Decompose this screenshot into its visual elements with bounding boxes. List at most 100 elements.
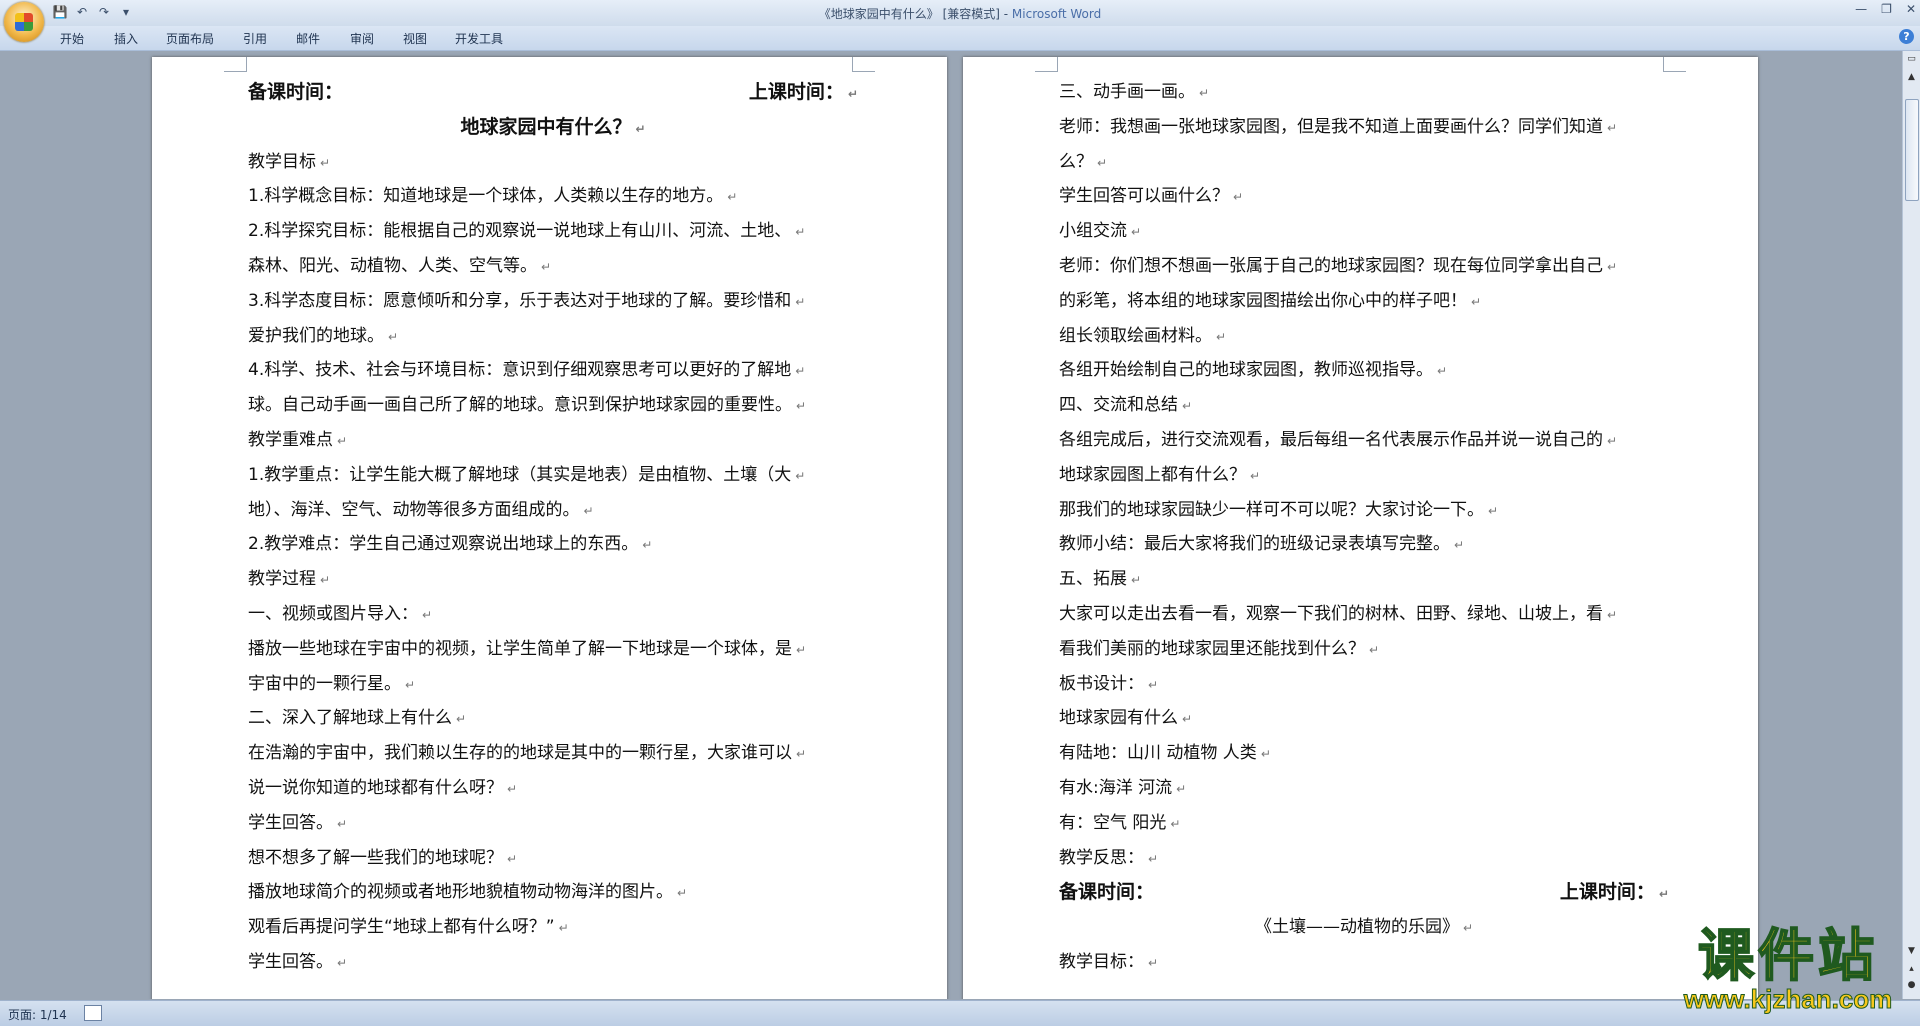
line-text: 1.科学概念目标：知道地球是一个球体，人类赖以生存的地方。	[248, 186, 724, 207]
document-page-right[interactable]: 三、动手画一画。 ↵ 老师：我想画一张地球家园图，但是我不知道上面要画什么？同学们知…	[963, 57, 1758, 999]
line-text: 教学目标：	[1059, 951, 1144, 972]
ribbon-tabs: 开始 插入 页面布局 引用 邮件 审阅 视图 开发工具 ?	[0, 26, 1920, 51]
proofing-icon[interactable]	[84, 1005, 102, 1021]
office-button[interactable]	[4, 2, 44, 42]
scroll-thumb[interactable]	[1905, 99, 1919, 201]
line-text: 一、视频或图片导入：	[248, 603, 418, 624]
watermark-url: www.kjzhan.com	[1683, 984, 1893, 1014]
paragraph-mark: ↵	[727, 190, 738, 205]
paragraph-line: 有：空气 阳光 ↵	[1059, 806, 1669, 841]
paragraph-mark: ↵	[1097, 155, 1108, 170]
line-text: 学生回答。	[248, 812, 333, 833]
crop-mark	[224, 57, 247, 72]
paragraph-mark: ↵	[507, 851, 518, 866]
line-text: 地球家园有什么	[1059, 708, 1178, 729]
paragraph-line: 1.教学重点：让学生能大概了解地球（其实是地表）是由植物、土壤（大 ↵	[248, 458, 858, 493]
paragraph-mark: ↵	[320, 155, 331, 170]
paragraph-line: 二、深入了解地球上有什么 ↵	[248, 701, 858, 736]
paragraph-line: 地球家园有什么 ↵	[1059, 701, 1669, 736]
paragraph-line: 一、视频或图片导入： ↵	[248, 597, 858, 632]
paragraph-line: 4.科学、技术、社会与环境目标：意识到仔细观察思考可以更好的了解地 ↵	[248, 353, 858, 388]
paragraph-line: 学生回答。 ↵	[248, 806, 858, 841]
site-watermark: 课件站 www.kjzhan.com	[1668, 923, 1908, 1014]
document-page-left[interactable]: 备课时间： 上课时间： ↵ 地球家园中有什么？ ↵ 教学目标 ↵ 1.科学概念目标：知道…	[152, 57, 947, 999]
page-content: 三、动手画一画。 ↵ 老师：我想画一张地球家园图，但是我不知道上面要画什么？同学们知…	[1059, 75, 1669, 980]
paragraph-mark: ↵	[1176, 781, 1187, 796]
paragraph-mark: ↵	[1607, 120, 1618, 135]
line-text: 各组开始绘制自己的地球家园图，教师巡视指导。	[1059, 360, 1433, 381]
prep-time-label: 备课时间：	[248, 81, 344, 103]
line-text: 学生回答。	[248, 951, 333, 972]
paragraph-mark: ↵	[1182, 399, 1193, 414]
line-text: 三、动手画一画。	[1059, 82, 1195, 102]
paragraph-line: 球。自己动手画一画自己所了解的地球。意识到保护地球家园的重要性。 ↵	[248, 388, 858, 423]
tab-references[interactable]: 引用	[243, 30, 267, 47]
tab-insert[interactable]: 插入	[114, 30, 138, 47]
paragraph-mark: ↵	[1607, 433, 1618, 448]
minimize-button[interactable]: —	[1855, 2, 1867, 16]
line-text: 2.教学难点：学生自己通过观察说出地球上的东西。	[248, 534, 639, 555]
help-icon[interactable]: ?	[1899, 29, 1914, 44]
section-heading: 《土壤——动植物的乐园》 ↵	[1059, 910, 1669, 945]
line-text: 森林、阳光、动植物、人类、空气等。	[248, 255, 537, 276]
line-text: 组长领取绘画材料。	[1059, 325, 1212, 346]
paragraph-line: 爱护我们的地球。 ↵	[248, 319, 858, 354]
close-button[interactable]: ✕	[1906, 2, 1916, 16]
page-count[interactable]: 页面: 1/14	[8, 1006, 67, 1023]
paragraph-mark: ↵	[796, 642, 807, 657]
line-text: 播放一些地球在宇宙中的视频，让学生简单了解一下地球是一个球体，是	[248, 638, 792, 659]
page-content: 备课时间： 上课时间： ↵ 地球家园中有什么？ ↵ 教学目标 ↵ 1.科学概念目标：知道…	[248, 75, 858, 980]
paragraph-line: 2.科学探究目标：能根据自己的观察说一说地球上有山川、河流、土地、 ↵	[248, 214, 858, 249]
paragraph-line: 教学过程 ↵	[248, 562, 858, 597]
paragraph-mark: ↵	[796, 399, 807, 414]
line-text: 看我们美丽的地球家园里还能找到什么？	[1059, 638, 1365, 659]
line-text: 观看后再提问学生“地球上都有什么呀？”	[248, 917, 555, 938]
paragraph-mark: ↵	[796, 747, 807, 762]
line-text: 学生回答可以画什么？	[1059, 186, 1229, 207]
tab-home[interactable]: 开始	[60, 30, 84, 47]
office-logo-icon	[15, 13, 33, 31]
paragraph-line: 地）、海洋、空气、动物等很多方面组成的。 ↵	[248, 493, 858, 528]
line-text: 2.科学探究目标：能根据自己的观察说一说地球上有山川、河流、土地、	[248, 221, 792, 242]
app-name: Microsoft Word	[1011, 7, 1102, 21]
paragraph-line: 各组开始绘制自己的地球家园图，教师巡视指导。 ↵	[1059, 353, 1669, 388]
tab-developer[interactable]: 开发工具	[455, 30, 503, 47]
line-text: 四、交流和总结	[1059, 395, 1178, 416]
paragraph-line: 三、动手画一画。 ↵	[1059, 75, 1669, 110]
paragraph-line: 那我们的地球家园缺少一样可不可以呢？大家讨论一下。 ↵	[1059, 493, 1669, 528]
line-text: 在浩瀚的宇宙中，我们赖以生存的的地球是其中的一颗行星，大家谁可以	[248, 743, 792, 764]
paragraph-line: 想不想多了解一些我们的地球呢？ ↵	[248, 841, 858, 876]
line-text: 教学反思：	[1059, 847, 1144, 868]
paragraph-line: 四、交流和总结 ↵	[1059, 388, 1669, 423]
line-text: 有水:海洋 河流	[1059, 777, 1173, 798]
paragraph-mark: ↵	[1131, 225, 1142, 240]
watermark-text: 课件站	[1697, 923, 1878, 989]
tab-review[interactable]: 审阅	[350, 30, 374, 47]
class-time-label: 上课时间：	[1559, 881, 1655, 904]
paragraph-mark: ↵	[1131, 573, 1142, 588]
document-workspace[interactable]: 备课时间： 上课时间： ↵ 地球家园中有什么？ ↵ 教学目标 ↵ 1.科学概念目标：知道…	[0, 51, 1903, 999]
paragraph-line: 有水:海洋 河流 ↵	[1059, 771, 1669, 806]
paragraph-line: 教学目标 ↵	[248, 145, 858, 180]
scroll-up-icon[interactable]: ▲	[1903, 69, 1920, 85]
paragraph-mark: ↵	[1148, 677, 1159, 692]
tab-view[interactable]: 视图	[403, 30, 427, 47]
ruler-toggle-icon[interactable]: ▭	[1903, 51, 1920, 67]
paragraph-line: 老师：你们想不想画一张属于自己的地球家园图？现在每位同学拿出自己 ↵	[1059, 249, 1669, 284]
paragraph-mark: ↵	[1182, 712, 1193, 727]
paragraph-mark: ↵	[1369, 642, 1380, 657]
line-text: 二、深入了解地球上有什么	[248, 708, 452, 729]
tab-mailings[interactable]: 邮件	[296, 30, 320, 47]
line-text: 的彩笔，将本组的地球家园图描绘出你心中的样子吧！	[1059, 290, 1467, 311]
paragraph-mark: ↵	[795, 468, 806, 483]
tab-page-layout[interactable]: 页面布局	[166, 30, 214, 47]
paragraph-line: 2.教学难点：学生自己通过观察说出地球上的东西。 ↵	[248, 527, 858, 562]
paragraph-line: 组长领取绘画材料。 ↵	[1059, 319, 1669, 354]
restore-button[interactable]: ❐	[1881, 2, 1892, 16]
line-text: 3.科学态度目标：愿意倾听和分享，乐于表达对于地球的了解。要珍惜和	[248, 290, 792, 311]
paragraph-mark: ↵	[337, 816, 348, 831]
line-text: 五、拓展	[1059, 569, 1127, 590]
paragraph-mark: ↵	[558, 921, 569, 936]
paragraph-line: 宇宙中的一颗行星。 ↵	[248, 667, 858, 702]
vertical-scrollbar[interactable]: ▭ ▲ ▼ ▴ ●	[1902, 51, 1920, 999]
